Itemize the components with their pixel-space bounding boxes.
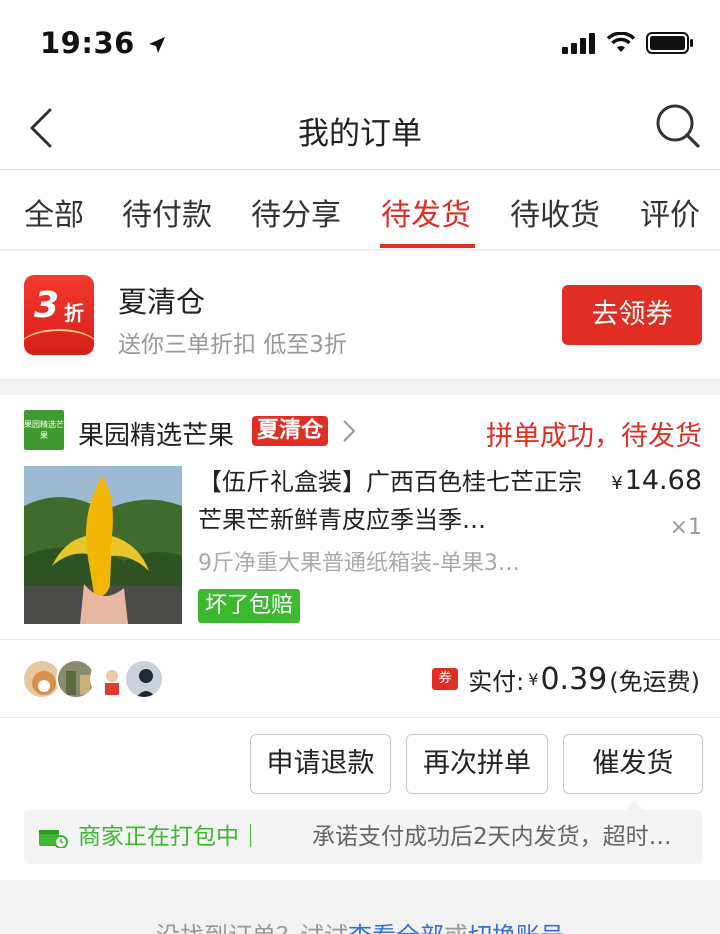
paid-value: 0.39: [540, 661, 608, 697]
nav-bar: 我的订单: [0, 88, 720, 170]
status-bar: 19:36: [0, 0, 720, 88]
paid-amount: 券 实付: ¥ 0.39 (免运费): [432, 659, 700, 699]
switch-account-link[interactable]: 切换账号: [468, 922, 564, 934]
product-title[interactable]: 【伍斤礼盒装】广西百色桂七芒正宗芒果芒新鲜青皮应季当季…: [198, 463, 590, 539]
tab-pending-payment[interactable]: 待付款: [122, 190, 212, 234]
wifi-icon: [606, 32, 636, 52]
status-time: 19:36: [40, 26, 167, 60]
store-logo: 果园精选芒果: [24, 410, 64, 450]
tip-text: 承诺支付成功后2天内发货，超时…: [312, 824, 672, 850]
order-status: 拼单成功，待发货: [486, 421, 702, 452]
page-title: 我的订单: [298, 116, 422, 152]
shipping-note: (免运费): [609, 667, 700, 696]
order-tabs: 全部 待付款 待分享 待发货 待收货 评价: [0, 170, 720, 250]
search-button[interactable]: [654, 102, 704, 152]
avatar: [124, 659, 164, 699]
group-member-avatars[interactable]: [22, 659, 172, 699]
order-card: 果园精选芒果 果园精选芒果 夏清仓 拼单成功，待发货 【伍斤礼盒装】广西百色桂七…: [0, 395, 720, 880]
tab-review[interactable]: 评价: [640, 190, 700, 234]
battery-icon: [646, 32, 693, 54]
search-icon: [656, 104, 700, 148]
badge-unit: 折: [64, 301, 84, 325]
chevron-right-icon[interactable]: [342, 419, 356, 443]
tab-pending-shipment[interactable]: 待发货: [381, 190, 471, 234]
discount-badge-icon: 3 折: [24, 275, 94, 355]
urge-shipment-button[interactable]: 催发货: [563, 734, 703, 794]
coupon-icon: 券: [432, 668, 459, 690]
paid-currency: ¥: [528, 669, 539, 689]
paid-label: 实付:: [468, 667, 525, 696]
active-tab-indicator: [380, 244, 475, 248]
promo-subtitle: 送你三单折扣 低至3折: [118, 332, 347, 358]
promo-banner: 3 折 夏清仓 送你三单折扣 低至3折 去领券: [0, 251, 720, 379]
store-name[interactable]: 果园精选芒果: [78, 415, 234, 452]
badge-number: 3: [34, 285, 60, 326]
product-spec: 9斤净重大果普通纸箱装-单果3…: [198, 551, 520, 576]
view-all-link[interactable]: 查看全部: [348, 922, 444, 934]
product-quantity: ×1: [669, 515, 702, 540]
status-icons: [562, 31, 694, 55]
product-image[interactable]: [24, 466, 182, 624]
location-arrow-icon: [149, 37, 166, 53]
tab-pending-share[interactable]: 待分享: [251, 190, 341, 234]
footer-hint: 没找到订单？试试查看全部或切换账号: [0, 916, 720, 934]
refund-button[interactable]: 申请退款: [250, 734, 391, 794]
product-price: ¥14.68: [611, 465, 702, 496]
tab-all[interactable]: 全部: [24, 190, 84, 234]
signal-icon: [562, 33, 595, 54]
guarantee-tag: 坏了包赔: [198, 589, 301, 623]
package-box-icon: [39, 830, 68, 848]
regroup-button[interactable]: 再次拼单: [406, 734, 548, 794]
divider: [0, 717, 720, 718]
shipment-tip[interactable]: 商家正在打包中｜ 承诺支付成功后2天内发货，超时…: [24, 810, 702, 864]
store-tag: 夏清仓: [252, 416, 329, 446]
promo-title: 夏清仓: [118, 285, 206, 319]
divider: [0, 639, 720, 640]
claim-coupon-button[interactable]: 去领券: [562, 285, 702, 345]
tab-pending-receipt[interactable]: 待收货: [510, 190, 600, 234]
tip-status: 商家正在打包中｜: [78, 824, 262, 850]
